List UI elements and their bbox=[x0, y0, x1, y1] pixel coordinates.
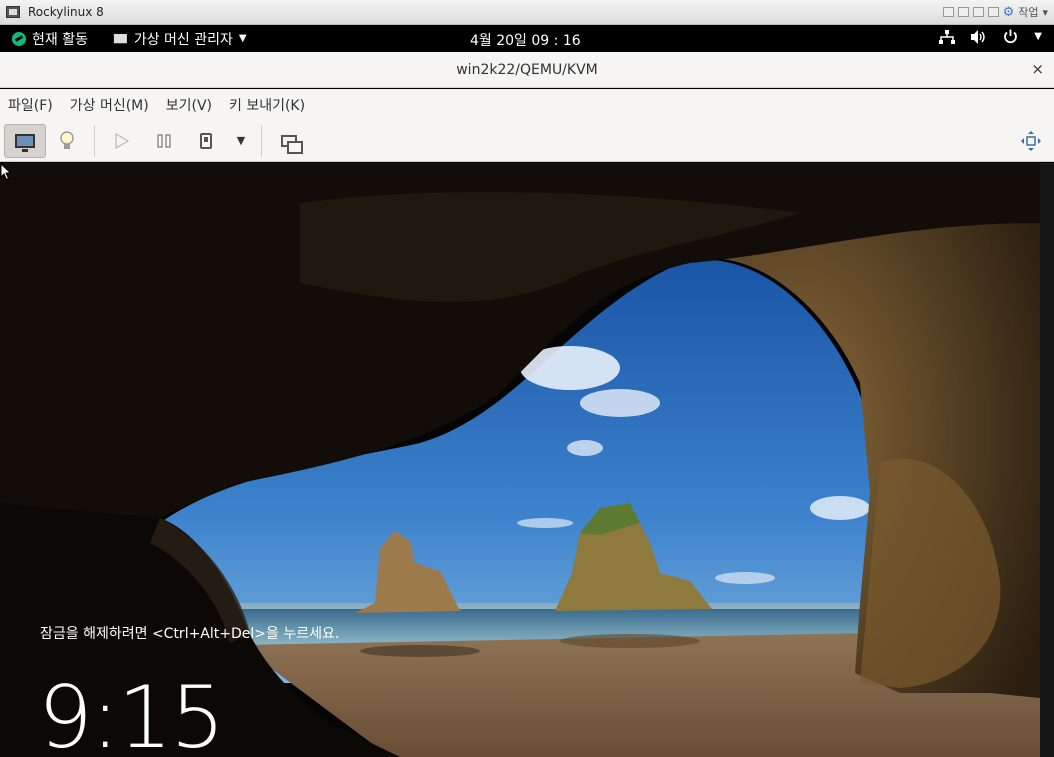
shutdown-button[interactable] bbox=[185, 124, 227, 158]
system-tray[interactable]: ▼ bbox=[939, 29, 1042, 44]
viewer-title: win2k22/QEMU/KVM bbox=[456, 61, 598, 78]
viewer-titlebar: win2k22/QEMU/KVM × bbox=[0, 52, 1054, 88]
toolbar-separator bbox=[261, 124, 262, 157]
host-titlebar: Rockylinux 8 ⚙ 작업 ▾ bbox=[0, 0, 1054, 25]
chevron-down-icon[interactable]: ▾ bbox=[1042, 6, 1048, 19]
host-window-title: Rockylinux 8 bbox=[28, 5, 104, 19]
shutdown-menu-button[interactable]: ▼ bbox=[227, 124, 255, 158]
gear-icon[interactable]: ⚙ bbox=[1003, 5, 1015, 20]
menu-view[interactable]: 보기(V) bbox=[166, 95, 212, 115]
menu-bar: 파일(F) 가상 머신(M) 보기(V) 키 보내기(K) bbox=[0, 89, 1054, 120]
host-maximize-button[interactable] bbox=[972, 7, 984, 17]
run-button[interactable] bbox=[101, 124, 143, 158]
caret-down-icon: ▼ bbox=[238, 33, 247, 44]
power-icon bbox=[200, 132, 212, 149]
play-icon bbox=[115, 132, 129, 149]
volume-icon bbox=[971, 29, 985, 44]
power-menu-icon bbox=[1004, 29, 1018, 44]
fullscreen-icon[interactable] bbox=[1020, 130, 1042, 152]
details-button[interactable] bbox=[46, 124, 88, 158]
console-button[interactable] bbox=[4, 123, 46, 158]
unlock-instruction: 잠금을 해제하려면 <Ctrl+Alt+Del>을 누르세요. bbox=[40, 626, 340, 642]
host-menu-label[interactable]: 작업 bbox=[1018, 4, 1038, 20]
app-menu-label: 가상 머신 관리자 bbox=[133, 31, 233, 48]
host-minimize-button[interactable] bbox=[942, 7, 954, 17]
app-menu[interactable]: ▇▇ 가상 머신 관리자 ▼ bbox=[108, 29, 247, 49]
host-close-button[interactable] bbox=[987, 7, 999, 17]
lock-screen-time: 9:15 bbox=[38, 668, 225, 757]
menu-send-key[interactable]: 키 보내기(K) bbox=[229, 95, 305, 115]
activities-label: 현재 활동 bbox=[32, 31, 88, 48]
chevron-down-icon: ▼ bbox=[236, 134, 246, 147]
snapshots-button[interactable] bbox=[268, 124, 310, 158]
mouse-cursor-icon bbox=[0, 163, 12, 181]
display-scrollbar[interactable] bbox=[1040, 163, 1054, 757]
host-restore-button[interactable] bbox=[957, 7, 969, 17]
pause-icon bbox=[157, 133, 171, 148]
virt-manager-icon: ▇▇ bbox=[114, 33, 127, 44]
host-window-controls: ⚙ 작업 ▾ bbox=[942, 4, 1048, 20]
vm-display[interactable]: 잠금을 해제하려면 <Ctrl+Alt+Del>을 누르세요. 9:15 bbox=[0, 163, 1040, 757]
clock[interactable]: 4월 20일 09 : 16 bbox=[470, 30, 581, 50]
lightbulb-icon bbox=[60, 130, 74, 149]
tray-caret-icon: ▼ bbox=[1034, 31, 1042, 42]
activities-button[interactable]: 현재 활동 bbox=[0, 29, 108, 49]
menu-file[interactable]: 파일(F) bbox=[8, 95, 53, 115]
toolbar-separator bbox=[94, 124, 95, 157]
monitor-icon bbox=[15, 133, 35, 152]
menu-virtual-machine[interactable]: 가상 머신(M) bbox=[70, 95, 149, 115]
close-icon[interactable]: × bbox=[1031, 60, 1044, 78]
terminal-app-icon bbox=[6, 6, 20, 18]
snapshots-icon bbox=[281, 134, 303, 154]
gnome-top-bar: 현재 활동 ▇▇ 가상 머신 관리자 ▼ 4월 20일 09 : 16 ▼ bbox=[0, 25, 1054, 52]
network-icon bbox=[939, 29, 956, 44]
pause-button[interactable] bbox=[143, 124, 185, 158]
rocky-logo-icon bbox=[12, 31, 26, 46]
toolbar: ▼ bbox=[0, 120, 1054, 162]
